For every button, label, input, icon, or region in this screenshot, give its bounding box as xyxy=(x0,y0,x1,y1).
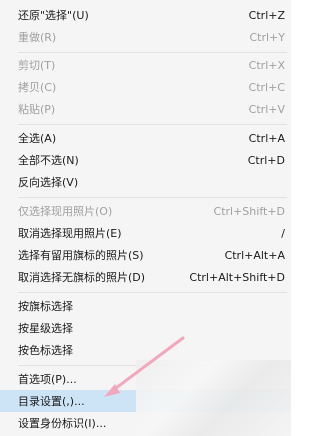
menu-item-copy[interactable]: 拷贝(C) Ctrl+C xyxy=(0,76,291,98)
menu-separator xyxy=(18,124,287,125)
menu-item-shortcut: Ctrl+Alt+Shift+D xyxy=(189,270,285,284)
menu-item-label: 全选(A) xyxy=(18,132,57,145)
menu-item-shortcut: Ctrl+D xyxy=(247,153,285,167)
menu-item-label: 全部不选(N) xyxy=(18,154,79,167)
menu-item-shortcut: Ctrl+Shift+D xyxy=(213,204,285,218)
menu-item-shortcut: Ctrl+Y xyxy=(249,30,285,44)
menu-item-shortcut: Ctrl+A xyxy=(248,131,285,145)
menu-item-select-none[interactable]: 全部不选(N) Ctrl+D xyxy=(0,149,291,171)
menu-item-shortcut: Ctrl+Z xyxy=(248,8,285,22)
menu-item-label: 首选项(P)... xyxy=(18,373,77,386)
menu-item-label: 按色标选择 xyxy=(18,344,73,357)
menu-item-paste[interactable]: 粘贴(P) Ctrl+V xyxy=(0,98,291,120)
menu-item-select-by-rating[interactable]: 按星级选择 xyxy=(0,317,291,339)
menu-item-shortcut: Ctrl+C xyxy=(248,80,285,94)
menu-item-label: 取消选择现用照片(E) xyxy=(18,227,122,240)
menu-separator xyxy=(18,52,287,53)
menu-item-shortcut: Ctrl+X xyxy=(248,58,285,72)
menu-item-invert-selection[interactable]: 反向选择(V) xyxy=(0,171,291,193)
watermark-blur xyxy=(136,360,291,436)
menu-item-label: 还原"选择"(U) xyxy=(18,9,89,22)
menu-item-label: 剪切(T) xyxy=(18,59,56,72)
menu-item-label: 设置身份标识(I)... xyxy=(18,417,107,430)
menu-item-undo[interactable]: 还原"选择"(U) Ctrl+Z xyxy=(0,4,291,26)
menu-item-label: 粘贴(P) xyxy=(18,103,56,116)
menu-item-label: 拷贝(C) xyxy=(18,81,57,94)
menu-item-select-only-active[interactable]: 仅选择现用照片(O) Ctrl+Shift+D xyxy=(0,200,291,222)
menu-item-deselect-active[interactable]: 取消选择现用照片(E) / xyxy=(0,222,291,244)
menu-item-label: 重做(R) xyxy=(18,31,57,44)
menu-item-label: 目录设置(,)... xyxy=(18,395,85,408)
menu-separator xyxy=(18,292,287,293)
menu-item-select-flagged[interactable]: 选择有留用旗标的照片(S) Ctrl+Alt+A xyxy=(0,244,291,266)
menu-item-label: 按星级选择 xyxy=(18,322,73,335)
menu-item-deselect-unflagged[interactable]: 取消选择无旗标的照片(D) Ctrl+Alt+Shift+D xyxy=(0,266,291,288)
menu-item-label: 选择有留用旗标的照片(S) xyxy=(18,249,144,262)
menu-item-select-by-flag[interactable]: 按旗标选择 xyxy=(0,295,291,317)
menu-item-shortcut: Ctrl+V xyxy=(248,102,285,116)
menu-item-shortcut: Ctrl+Alt+A xyxy=(224,248,285,262)
menu-item-label: 取消选择无旗标的照片(D) xyxy=(18,271,146,284)
menu-item-redo[interactable]: 重做(R) Ctrl+Y xyxy=(0,26,291,48)
menu-item-select-all[interactable]: 全选(A) Ctrl+A xyxy=(0,127,291,149)
menu-item-label: 按旗标选择 xyxy=(18,300,73,313)
menu-item-select-by-color[interactable]: 按色标选择 xyxy=(0,339,291,361)
menu-item-cut[interactable]: 剪切(T) Ctrl+X xyxy=(0,54,291,76)
menu-item-label: 反向选择(V) xyxy=(18,176,79,189)
menu-item-shortcut: / xyxy=(281,226,285,240)
menu-separator xyxy=(18,197,287,198)
menu-item-label: 仅选择现用照片(O) xyxy=(18,205,113,218)
